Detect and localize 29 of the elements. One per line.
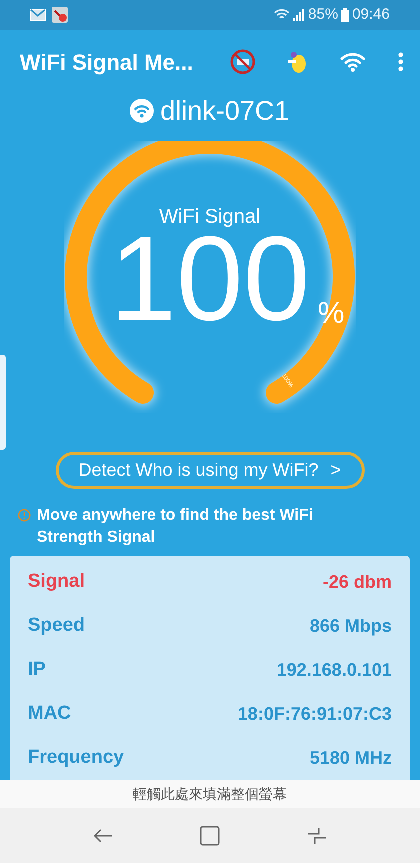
detail-value: 5180 MHz (310, 746, 392, 770)
detail-label: IP (28, 658, 46, 682)
battery-icon (341, 8, 350, 22)
app-icon (52, 6, 68, 23)
wifi-icon[interactable] (340, 52, 366, 72)
app-title: WiFi Signal Me... (20, 48, 194, 77)
detail-value: -26 dbm (322, 570, 392, 594)
tip-text: Move anywhere to find the best WiFi Strength Signal (37, 506, 314, 548)
wifi-icon (274, 8, 290, 22)
more-menu-icon[interactable] (398, 52, 404, 72)
back-icon[interactable] (93, 828, 114, 844)
home-icon[interactable] (200, 826, 220, 846)
detail-label: Frequency (28, 746, 124, 770)
mail-icon (30, 8, 46, 21)
network-name: dlink-07C1 (160, 94, 290, 128)
battery-percent: 85% (308, 4, 338, 25)
detail-value: 866 Mbps (310, 614, 392, 638)
recent-apps-icon[interactable] (306, 826, 327, 845)
no-ads-icon[interactable] (230, 49, 256, 76)
drawer-handle[interactable] (0, 355, 6, 450)
info-icon (18, 509, 31, 522)
detail-label: MAC (28, 702, 72, 726)
detail-label: Signal (28, 570, 86, 594)
cell-signal-icon (293, 8, 306, 21)
detail-value: 192.168.0.101 (276, 658, 392, 682)
detail-label: Speed (28, 614, 86, 638)
detail-value: 18:0F:76:91:07:C3 (238, 702, 392, 726)
wifi-icon (130, 98, 154, 123)
clock: 09:46 (352, 4, 390, 25)
